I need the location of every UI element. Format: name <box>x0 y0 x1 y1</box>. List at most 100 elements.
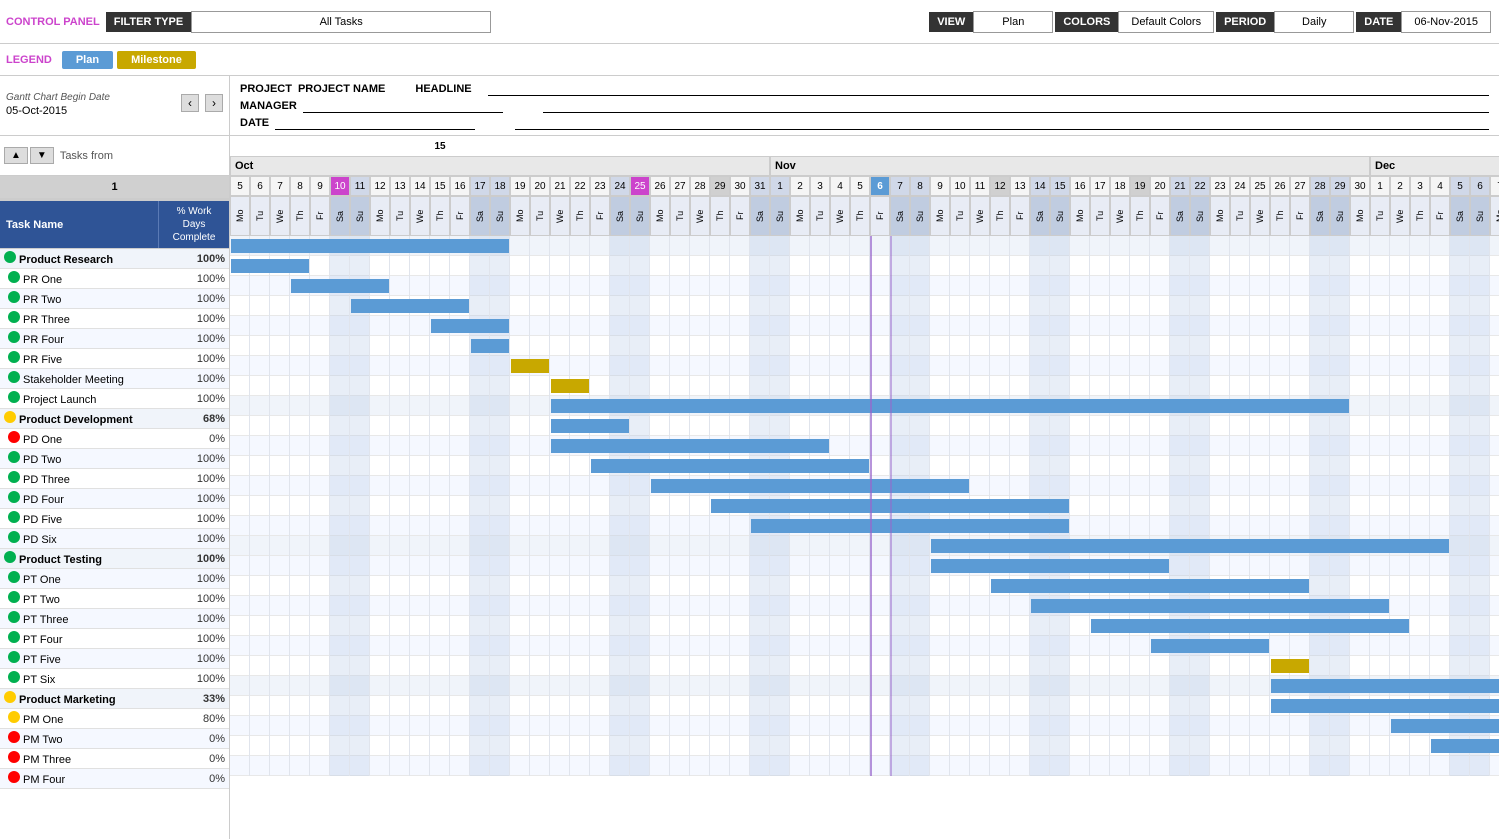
task-status-dot <box>8 391 20 403</box>
gantt-bar <box>431 319 509 333</box>
date-section: DATE 06-Nov-2015 <box>1356 11 1491 33</box>
task-name-cell: Product Development <box>0 410 189 427</box>
task-status-dot <box>8 531 20 543</box>
view-value[interactable]: Plan <box>973 11 1053 33</box>
task-row: PD Three100% <box>0 469 229 489</box>
work-days-label: % Work <box>177 205 212 218</box>
task-row: PD Two100% <box>0 449 229 469</box>
gantt-row <box>230 396 1499 416</box>
date-value[interactable]: 06-Nov-2015 <box>1401 11 1491 33</box>
task-row: PD Four100% <box>0 489 229 509</box>
task-status-dot <box>8 271 20 283</box>
task-name-cell: PD Six <box>0 530 189 547</box>
main-area: Gantt Chart Begin Date 05-Oct-2015 ‹ › ▲… <box>0 76 1499 839</box>
period-value[interactable]: Daily <box>1274 11 1354 33</box>
task-pct-cell: 100% <box>189 353 229 365</box>
date-key: DATE <box>1356 12 1401 32</box>
task-pct-cell: 33% <box>189 693 229 705</box>
task-pct-cell: 0% <box>189 733 229 745</box>
project-key: PROJECT <box>240 83 292 95</box>
gantt-bar <box>1431 739 1499 753</box>
task-pct-cell: 100% <box>189 613 229 625</box>
gantt-bar <box>1151 639 1269 653</box>
gantt-body <box>230 236 1499 776</box>
headline-value <box>488 82 1489 96</box>
gantt-begin-date-area: Gantt Chart Begin Date 05-Oct-2015 ‹ › <box>0 76 229 136</box>
task-name-cell: Product Testing <box>0 550 189 567</box>
arrow-down-button[interactable]: ▼ <box>30 147 54 164</box>
filter-type-value[interactable]: All Tasks <box>191 11 491 33</box>
project-name-row: PROJECT PROJECT NAME HEADLINE <box>240 82 1489 96</box>
lp-controls: ▲ ▼ Tasks from <box>0 136 229 176</box>
headline-key: HEADLINE <box>415 83 471 95</box>
colors-key: COLORS <box>1055 12 1118 32</box>
task-row: PT Four100% <box>0 629 229 649</box>
manager-line <box>543 99 1489 113</box>
task-row: Product Development68% <box>0 409 229 429</box>
legend-milestone: Milestone <box>117 51 196 69</box>
task-name-cell: PR Four <box>0 330 189 347</box>
task-pct-cell: 68% <box>189 413 229 425</box>
nav-next-button[interactable]: › <box>205 94 223 112</box>
task-name-cell: PM Two <box>0 730 189 747</box>
task-status-dot <box>8 591 20 603</box>
gantt-row <box>230 536 1499 556</box>
task-name-cell: PT Three <box>0 610 189 627</box>
task-row: PR Four100% <box>0 329 229 349</box>
task-name-cell: PT Two <box>0 590 189 607</box>
task-name-cell: PT Five <box>0 650 189 667</box>
view-section: VIEW Plan <box>929 11 1053 33</box>
date-line <box>515 116 1489 130</box>
task-row: PD Six100% <box>0 529 229 549</box>
days-label: Days <box>183 218 206 231</box>
task-pct-cell: 100% <box>189 633 229 645</box>
task-pct-cell: 100% <box>189 273 229 285</box>
row-number: 1 <box>0 176 229 200</box>
gantt-bar <box>551 439 829 453</box>
control-panel: CONTROL PANEL FILTER TYPE All Tasks VIEW… <box>0 0 1499 44</box>
tasks-from-label: Tasks from <box>60 150 113 162</box>
gantt-bar <box>931 539 1449 553</box>
gantt-body-scroll[interactable] <box>230 236 1499 839</box>
task-row: PT Five100% <box>0 649 229 669</box>
task-name-cell: PT One <box>0 570 189 587</box>
task-pct-cell: 100% <box>189 533 229 545</box>
gantt-row <box>230 356 1499 376</box>
task-pct-cell: 100% <box>189 593 229 605</box>
colors-value[interactable]: Default Colors <box>1118 11 1214 33</box>
gantt-bar <box>551 419 629 433</box>
arrow-up-button[interactable]: ▲ <box>4 147 28 164</box>
gantt-row <box>230 456 1499 476</box>
task-pct-cell: 100% <box>189 473 229 485</box>
gantt-bar <box>751 519 1069 533</box>
begin-date-value: 05-Oct-2015 <box>6 105 110 117</box>
task-status-dot <box>8 371 20 383</box>
task-status-dot <box>8 631 20 643</box>
gantt-row <box>230 236 1499 256</box>
manager-key: MANAGER <box>240 100 297 112</box>
task-status-dot <box>8 571 20 583</box>
task-row: Product Research100% <box>0 249 229 269</box>
gantt-row <box>230 256 1499 276</box>
gantt-row <box>230 436 1499 456</box>
nav-prev-button[interactable]: ‹ <box>181 94 199 112</box>
gantt-row <box>230 476 1499 496</box>
task-pct-cell: 100% <box>189 453 229 465</box>
task-pct-cell: 100% <box>189 293 229 305</box>
gantt-milestone-bar <box>1271 659 1309 673</box>
gantt-row <box>230 756 1499 776</box>
task-name-cell: PM Four <box>0 770 189 787</box>
gantt-row <box>230 696 1499 716</box>
task-name-cell: Project Launch <box>0 390 189 407</box>
task-status-dot <box>8 771 20 783</box>
task-row: PR One100% <box>0 269 229 289</box>
control-panel-label: CONTROL PANEL <box>6 16 100 28</box>
gantt-row <box>230 736 1499 756</box>
task-status-dot <box>8 731 20 743</box>
gantt-scroll-area[interactable]: 15OctNovDec56789101112131415161718192021… <box>230 136 1499 839</box>
gantt-row <box>230 416 1499 436</box>
task-name-cell: PD Two <box>0 450 189 467</box>
gantt-row <box>230 596 1499 616</box>
task-name-cell: PD Three <box>0 470 189 487</box>
task-status-dot <box>4 691 16 703</box>
